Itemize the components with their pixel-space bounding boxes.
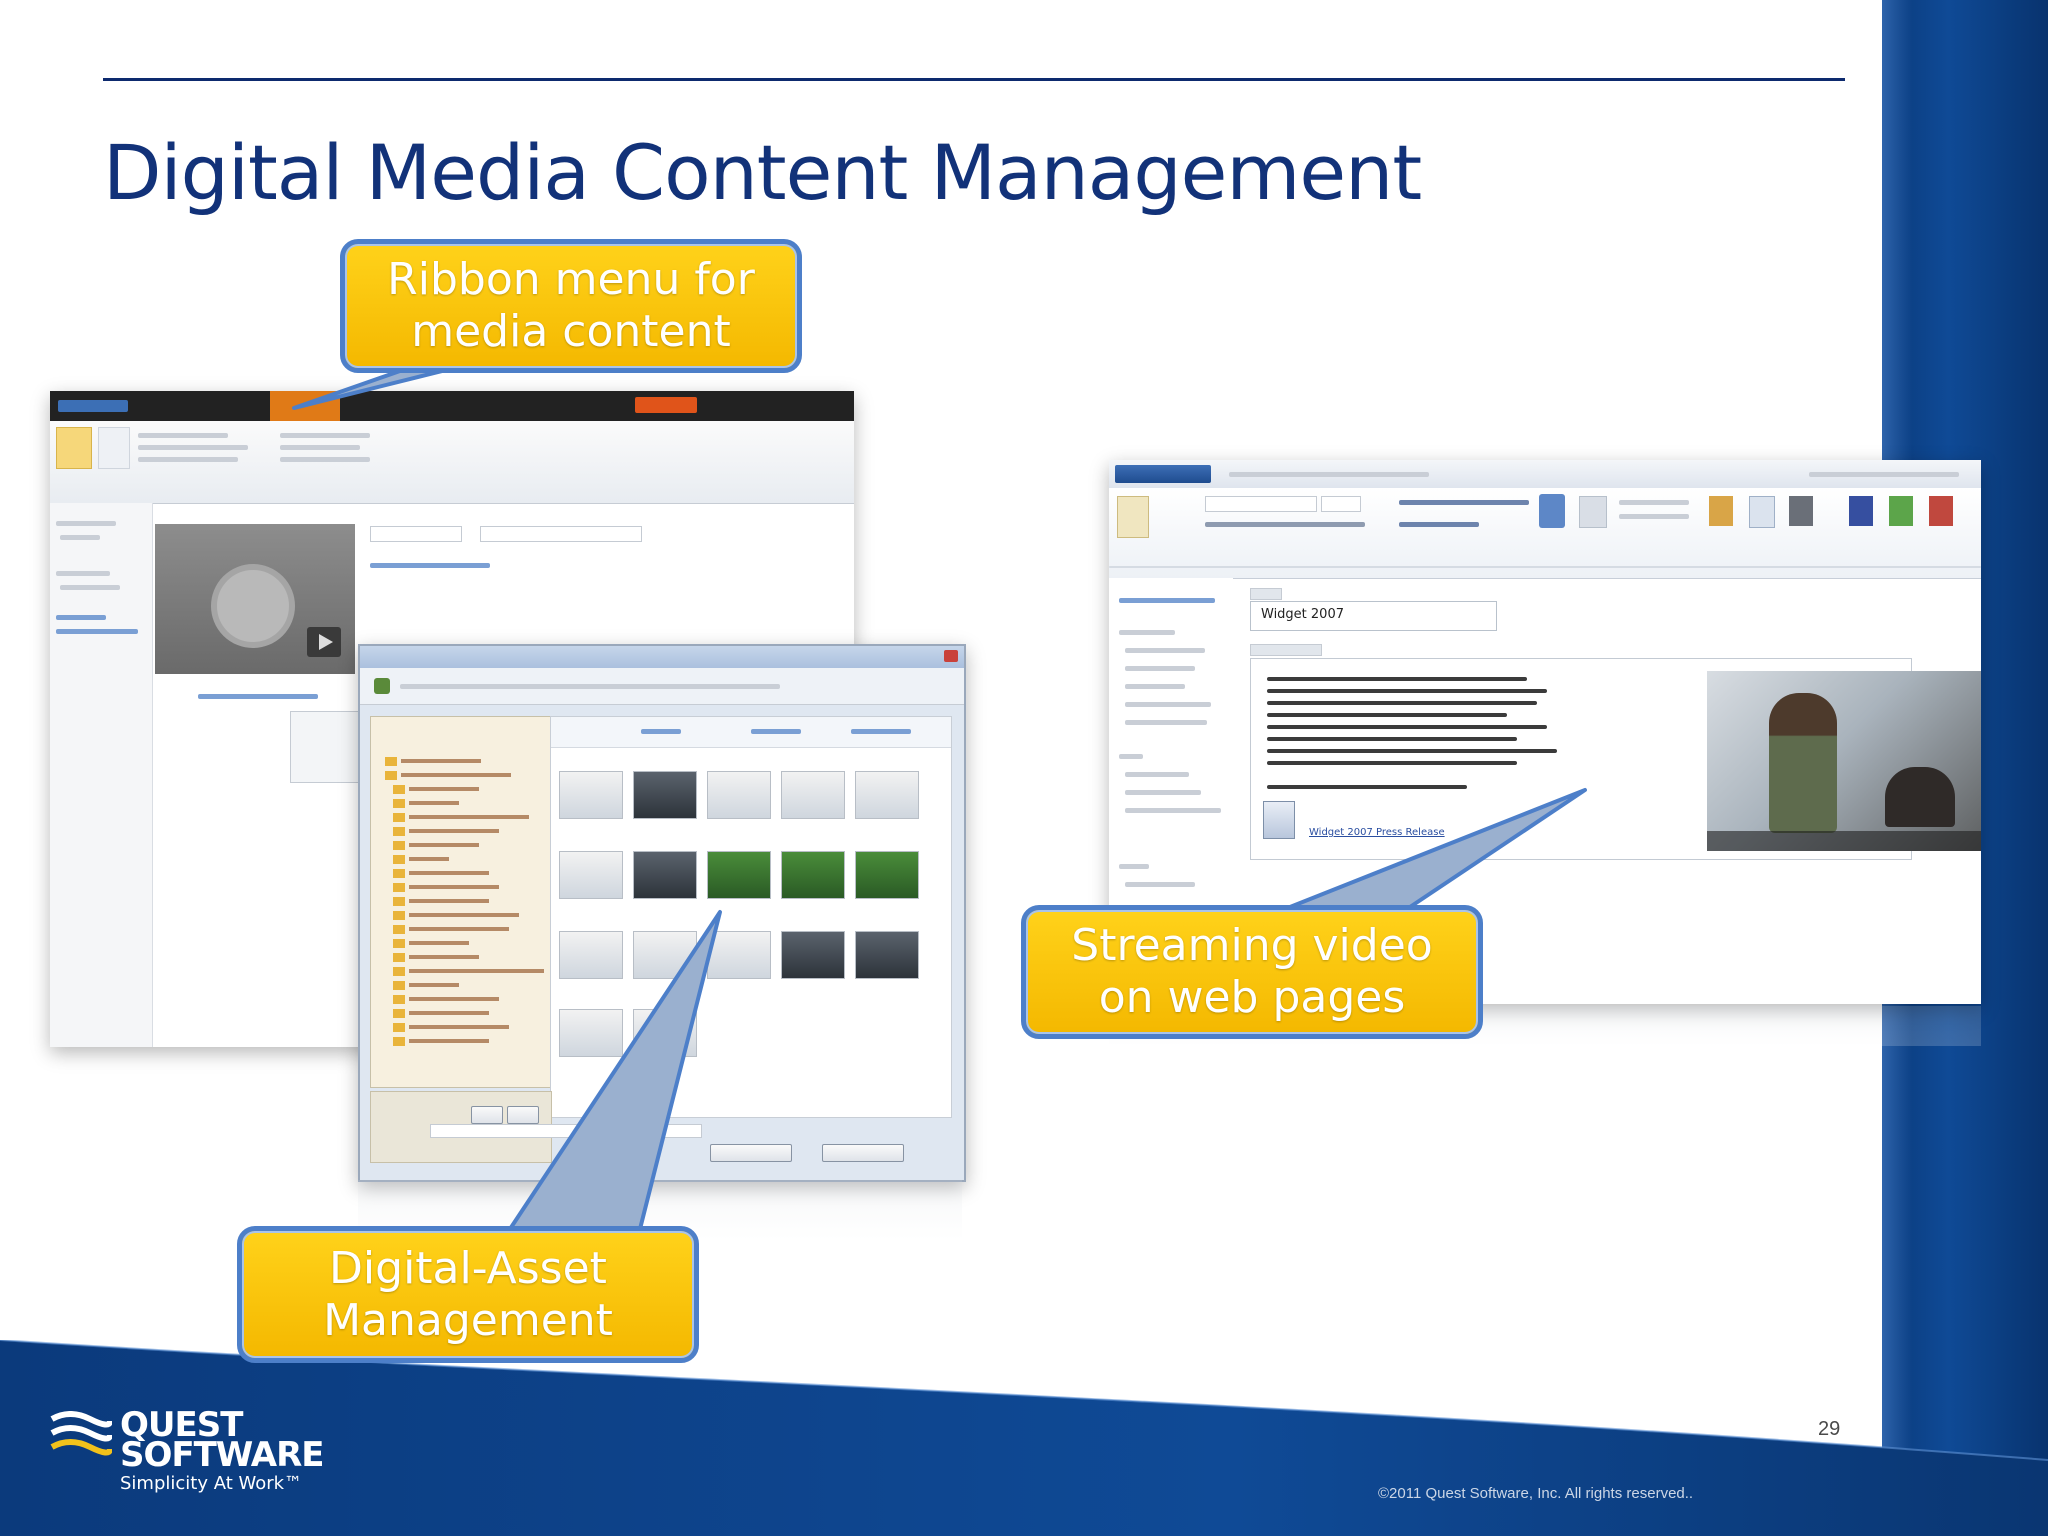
video-controls xyxy=(1707,831,1981,851)
callout-streaming-video: Streaming video on web pages xyxy=(1021,905,1483,1039)
page-number: 29 xyxy=(1818,1418,1841,1440)
sharepoint-top-bar xyxy=(50,391,854,421)
streaming-video-player xyxy=(1707,671,1981,851)
asset-thumbnail-grid xyxy=(550,716,952,1118)
left-navigation xyxy=(50,503,153,1047)
callout-ribbon-menu: Ribbon menu for media content xyxy=(340,239,802,373)
copyright-notice: ©2011 Quest Software, Inc. All rights re… xyxy=(1378,1485,1694,1502)
title-field: Widget 2007 xyxy=(1250,601,1497,631)
page-body-editor: Widget 2007 Press Release xyxy=(1250,658,1981,860)
document-icon xyxy=(1263,801,1295,839)
media-ribbon xyxy=(50,421,854,504)
dialog-title-bar xyxy=(360,646,964,668)
editing-ribbon xyxy=(1109,488,1981,579)
slide: Digital Media Content Management Widget … xyxy=(0,0,2048,1536)
film-reel-icon xyxy=(211,564,295,648)
select-asset-dialog-screenshot xyxy=(358,644,966,1182)
video-placeholder xyxy=(155,524,355,674)
site-actions-menu xyxy=(1115,465,1211,483)
quest-software-logo: QUEST SOFTWARE Simplicity At Work™ xyxy=(50,1405,380,1505)
quest-wave-icon xyxy=(50,1411,112,1456)
title-rule xyxy=(103,78,1845,81)
library-tree xyxy=(370,716,552,1088)
press-release-link: Widget 2007 Press Release xyxy=(1309,827,1445,838)
play-icon xyxy=(307,627,341,657)
slide-title: Digital Media Content Management xyxy=(103,128,1422,217)
callout-digital-asset-management: Digital-Asset Management xyxy=(237,1226,699,1363)
